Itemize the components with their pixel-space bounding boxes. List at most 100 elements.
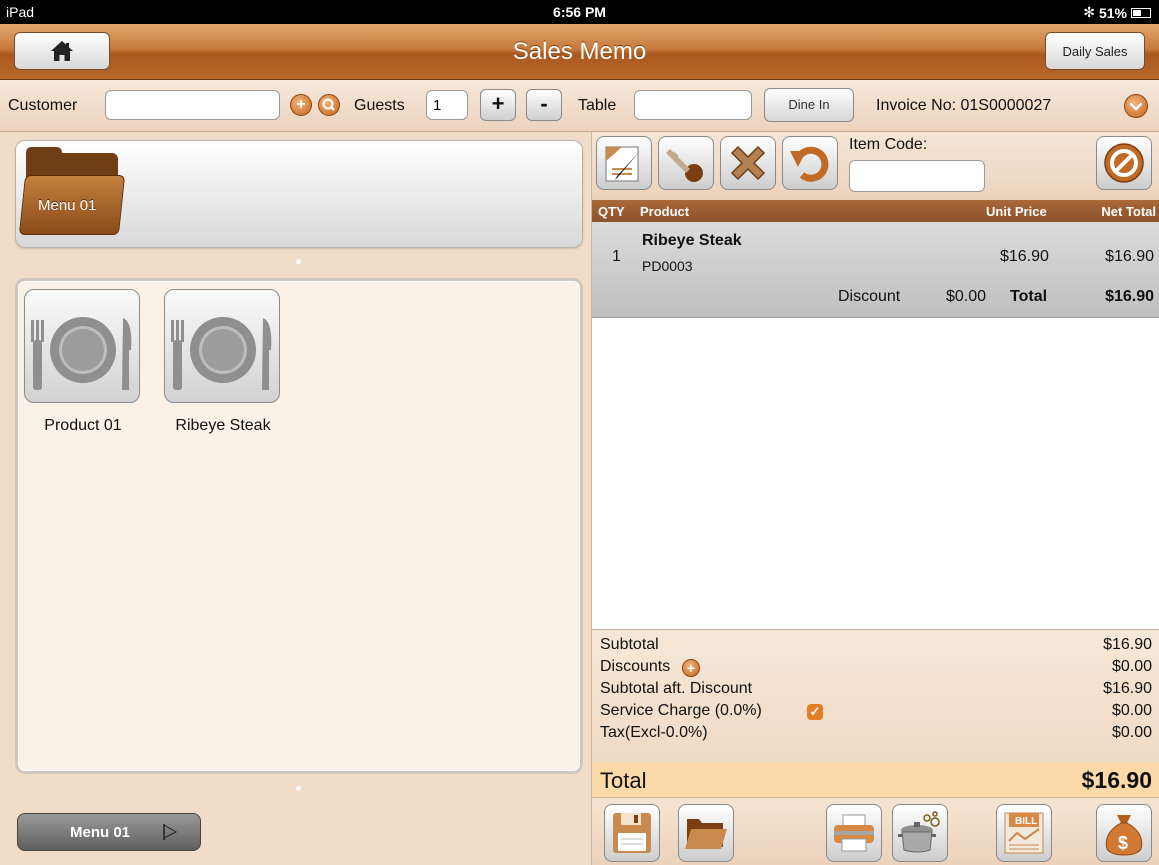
page-title: Sales Memo (512, 38, 647, 65)
table-label: Table (578, 97, 617, 114)
menu-tab[interactable]: Menu 01 (17, 813, 201, 851)
plate-cutlery-icon (171, 317, 272, 390)
discounts-label: Discounts (600, 658, 671, 675)
menu-tab-label: Menu 01 (70, 824, 131, 841)
add-customer-icon[interactable]: + (290, 94, 312, 116)
flag-icon (163, 824, 178, 840)
table-input[interactable] (634, 90, 752, 120)
grand-total-value: $16.90 (1081, 767, 1152, 793)
item-net-total: $16.90 (1105, 248, 1154, 265)
item-code: PD0003 (642, 258, 693, 274)
discounts-value: $0.00 (1111, 658, 1152, 675)
bill-icon: BILL (1004, 812, 1044, 854)
dine-in-button[interactable]: Dine In (764, 88, 854, 122)
products-panel: Product 01 Ribeye Steak (15, 278, 583, 774)
column-unit-price: Unit Price (986, 204, 1047, 219)
subtotal-label: Subtotal (600, 636, 659, 653)
order-panel: Item Code: QTY Product Unit Price Net To… (591, 132, 1159, 865)
delete-item-button[interactable] (720, 136, 776, 190)
guests-decrement-button[interactable]: - (526, 89, 562, 121)
chevron-down-icon[interactable] (1124, 94, 1148, 118)
guests-input[interactable] (426, 90, 468, 120)
tax-value: $0.00 (1111, 724, 1152, 741)
kitchen-button[interactable] (892, 804, 948, 862)
page-dot (296, 259, 301, 264)
void-icon (1104, 143, 1144, 183)
grand-total-row: Total $16.90 (592, 763, 1159, 797)
subtotal-after-value: $16.90 (1103, 680, 1152, 697)
item-discount-label: Discount (838, 288, 901, 305)
subtotal-after-label: Subtotal aft. Discount (600, 680, 753, 697)
key-button[interactable] (658, 136, 714, 190)
svg-text:BILL: BILL (1015, 816, 1037, 827)
discounts-row: Discounts + $0.00 (600, 658, 1152, 678)
service-charge-value: $0.00 (1111, 702, 1152, 719)
plate-cutlery-icon (31, 317, 132, 390)
void-button[interactable] (1096, 136, 1152, 190)
item-product: Ribeye Steak (642, 232, 742, 249)
subtotal-row: Subtotal $16.90 (600, 636, 1152, 656)
payment-button[interactable]: $ (1096, 804, 1152, 862)
battery-status: ✻ 51% (1083, 4, 1151, 21)
customer-label: Customer (8, 97, 78, 114)
add-discount-icon[interactable]: + (682, 659, 700, 677)
svg-text:$: $ (1118, 833, 1128, 853)
invoice-number: Invoice No: 01S0000027 (876, 97, 1052, 114)
order-table-header: QTY Product Unit Price Net Total (592, 200, 1159, 222)
status-bar: iPad 6:56 PM ✻ 51% (0, 0, 1159, 24)
menu-folder-label: Menu 01 (38, 197, 97, 214)
item-unit-price: $16.90 (1000, 248, 1049, 265)
column-qty: QTY (598, 204, 625, 219)
search-customer-icon[interactable] (318, 94, 340, 116)
daily-sales-button[interactable]: Daily Sales (1045, 32, 1145, 70)
money-bag-icon: $ (1105, 815, 1143, 856)
product-item[interactable]: Product 01 (24, 289, 142, 435)
undo-button[interactable] (782, 136, 838, 190)
menu-folder-panel: Menu 01 (15, 140, 583, 248)
edit-item-button[interactable] (596, 136, 652, 190)
item-total-value: $16.90 (1105, 288, 1154, 305)
floppy-disk-icon (613, 813, 651, 853)
open-button[interactable] (678, 804, 734, 862)
bill-button[interactable]: BILL (996, 804, 1052, 862)
product-tile[interactable] (24, 289, 140, 403)
key-icon (666, 149, 703, 182)
totals-summary: Subtotal $16.90 Discounts + $0.00 Subtot… (592, 629, 1159, 763)
x-mark-icon (730, 145, 766, 181)
order-toolbar: Item Code: (592, 132, 1159, 200)
table-row[interactable]: 1 Ribeye Steak PD0003 $16.90 $16.90 Disc… (592, 222, 1159, 318)
clock: 6:56 PM (553, 4, 606, 20)
product-tile[interactable] (164, 289, 280, 403)
subtotal-value: $16.90 (1103, 636, 1152, 653)
service-charge-row: Service Charge (0.0%) ✓ $0.00 (600, 702, 1152, 722)
product-item[interactable]: Ribeye Steak (164, 289, 282, 435)
service-charge-checkbox[interactable]: ✓ (807, 704, 823, 720)
battery-icon (1131, 7, 1151, 18)
cooking-pot-icon (898, 811, 940, 853)
print-button[interactable] (826, 804, 882, 862)
customer-bar: Customer + Guests + - Table Dine In Invo… (0, 80, 1159, 132)
bluetooth-icon: ✻ (1083, 4, 1095, 20)
customer-input[interactable] (105, 90, 280, 120)
menu-folder[interactable]: Menu 01 (18, 147, 126, 239)
column-net-total: Net Total (1101, 204, 1156, 219)
save-button[interactable] (604, 804, 660, 862)
item-discount-value: $0.00 (946, 288, 987, 305)
nav-bar: Sales Memo Daily Sales (0, 24, 1159, 80)
edit-note-icon (605, 146, 640, 182)
action-bar: BILL $ (592, 797, 1159, 865)
item-code-input[interactable] (849, 160, 985, 192)
item-qty: 1 (612, 248, 621, 265)
printer-icon (834, 814, 874, 852)
battery-percent: 51% (1098, 4, 1127, 21)
grand-total-label: Total (600, 768, 647, 793)
undo-icon (790, 146, 829, 182)
product-name: Ribeye Steak (175, 417, 271, 434)
guests-label: Guests (354, 97, 405, 114)
tax-row: Tax(Excl-0.0%) $0.00 (600, 724, 1152, 744)
item-code-label: Item Code: (849, 136, 928, 153)
subtotal-after-row: Subtotal aft. Discount $16.90 (600, 680, 1152, 700)
tax-label: Tax(Excl-0.0%) (600, 724, 708, 741)
guests-increment-button[interactable]: + (480, 89, 516, 121)
page-dot (296, 786, 301, 791)
